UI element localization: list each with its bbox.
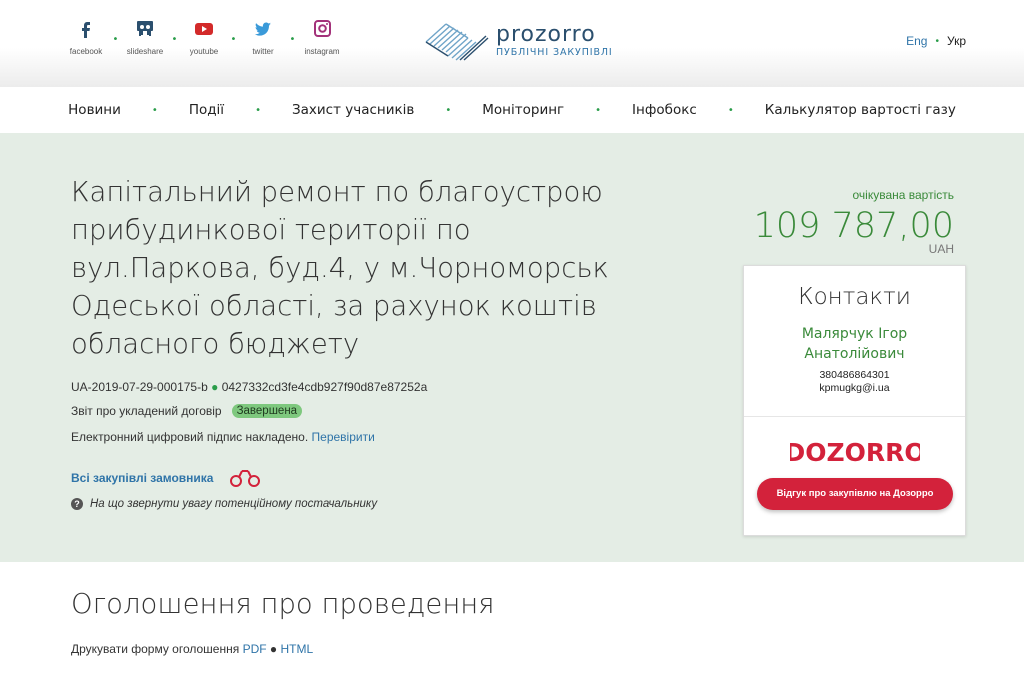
nav-news[interactable]: Новини <box>68 102 121 118</box>
status-badge: Завершена <box>231 404 303 418</box>
separator-dot: • <box>727 104 734 116</box>
binoculars-icon[interactable] <box>227 468 263 488</box>
separator-dot: • <box>230 34 237 45</box>
logo-name: prozorro <box>496 22 596 47</box>
social-label: twitter <box>252 47 274 56</box>
separator-dot: • <box>171 34 178 45</box>
contact-phone: 380486864301 <box>819 369 890 381</box>
print-html-link[interactable]: HTML <box>281 642 314 656</box>
dozorro-block: DOZORRO <box>744 436 965 470</box>
dozorro-feedback-button[interactable]: Відгук про закупівлю на Дозорро <box>757 478 953 510</box>
separator-dot: • <box>151 104 158 116</box>
separator-dot: • <box>289 34 296 45</box>
dozorro-logo-text: DOZORRO <box>790 438 920 466</box>
social-label: instagram <box>304 47 340 56</box>
prozorro-logo[interactable]: prozorro ПУБЛІЧНІ ЗАКУПІВЛІ <box>424 18 624 64</box>
separator-dot: • <box>112 34 119 45</box>
social-label: slideshare <box>126 47 164 56</box>
digital-signature: Електронний цифровий підпис накладено. П… <box>71 430 375 444</box>
contacts-title: Контакти <box>798 284 911 310</box>
separator-dot: • <box>595 104 602 116</box>
nav-monitoring[interactable]: Моніторинг <box>482 102 564 118</box>
main-nav: Новини • Події • Захист учасників • Моні… <box>0 87 1024 133</box>
nav-participant-protection[interactable]: Захист учасників <box>292 102 414 118</box>
contract-report: Звіт про укладений договір Завершена <box>71 404 303 418</box>
social-label: facebook <box>69 47 103 56</box>
twitter-icon <box>254 22 271 36</box>
logo-text: prozorro ПУБЛІЧНІ ЗАКУПІВЛІ <box>496 23 613 59</box>
social-links: facebook • slideshare • youtube • twitte… <box>62 20 346 56</box>
separator-dot: ● <box>269 642 278 656</box>
verify-signature-link[interactable]: Перевірити <box>312 430 375 444</box>
facebook-link[interactable]: facebook <box>62 20 110 56</box>
expected-value: 109 787,00 <box>753 206 954 246</box>
contact-email: kpmugkg@i.ua <box>819 382 890 394</box>
all-procurements: Всі закупівлі замовника <box>71 468 263 488</box>
logo-subtitle: ПУБЛІЧНІ ЗАКУПІВЛІ <box>496 47 613 58</box>
hint-text: На що звернути увагу потенційному постач… <box>90 498 378 510</box>
announcement-title: Оголошення про проведення <box>71 588 495 620</box>
top-bar: facebook • slideshare • youtube • twitte… <box>0 0 1024 87</box>
report-label: Звіт про укладений договір <box>71 404 222 418</box>
divider <box>744 416 965 417</box>
lang-en[interactable]: Eng <box>906 34 927 48</box>
dozorro-logo[interactable]: DOZORRO <box>790 436 920 466</box>
print-pdf-link[interactable]: PDF <box>243 642 267 656</box>
separator-dot: • <box>445 104 452 116</box>
language-switcher: Eng • Укр <box>906 34 966 48</box>
nav-infobox[interactable]: Інфобокс <box>632 102 697 118</box>
instagram-icon <box>314 20 331 37</box>
twitter-link[interactable]: twitter <box>239 20 287 56</box>
tender-hero: Капітальний ремонт по благоустрою прибуд… <box>0 133 1024 562</box>
contact-name: Малярчук Ігор Анатолійович <box>801 326 908 362</box>
question-icon: ? <box>71 498 83 510</box>
contacts-card: Контакти Малярчук Ігор Анатолійович 3804… <box>743 265 966 536</box>
currency: UAH <box>928 242 954 256</box>
nav-gas-calculator[interactable]: Калькулятор вартості газу <box>765 102 956 118</box>
slideshare-link[interactable]: slideshare <box>121 20 169 56</box>
slideshare-icon <box>137 21 153 36</box>
tender-id-line: UA-2019-07-29-000175-b ● 0427332cd3fe4cd… <box>71 380 427 394</box>
prozorro-logo-icon <box>425 23 489 61</box>
expected-value-label: очікувана вартість <box>852 188 955 202</box>
print-form: Друкувати форму оголошення PDF ● HTML <box>71 642 313 656</box>
tender-hash: 0427332cd3fe4cdb927f90d87e87252a <box>221 380 428 394</box>
all-procurements-link[interactable]: Всі закупівлі замовника <box>71 471 213 485</box>
nav-events[interactable]: Події <box>189 102 224 118</box>
youtube-icon <box>195 23 213 35</box>
separator-dot: • <box>935 35 939 47</box>
print-label: Друкувати форму оголошення <box>71 642 240 656</box>
supplier-hint[interactable]: ? На що звернути увагу потенційному пост… <box>71 498 377 510</box>
facebook-icon <box>82 22 90 38</box>
youtube-link[interactable]: youtube <box>180 20 228 56</box>
tender-id: UA-2019-07-29-000175-b <box>71 380 208 394</box>
signature-text: Електронний цифровий підпис накладено. <box>71 430 309 444</box>
separator-dot: • <box>255 104 261 116</box>
lang-uk[interactable]: Укр <box>947 34 966 48</box>
separator-dot: ● <box>211 380 219 394</box>
social-label: youtube <box>189 47 219 56</box>
tender-title: Капітальний ремонт по благоустрою прибуд… <box>71 176 609 360</box>
instagram-link[interactable]: instagram <box>298 20 346 56</box>
